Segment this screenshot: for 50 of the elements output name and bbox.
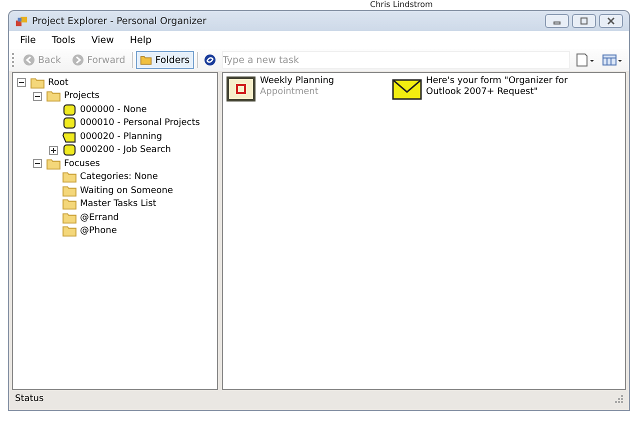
tree-item[interactable]: 000000 - None	[80, 104, 147, 115]
folder-icon	[140, 54, 152, 66]
minimize-button[interactable]	[545, 14, 569, 28]
tree-item[interactable]: Focuses	[64, 158, 100, 169]
tree-item[interactable]: 000010 - Personal Projects	[80, 118, 200, 128]
open-project-icon	[62, 130, 77, 143]
maximize-icon	[579, 17, 589, 25]
close-button[interactable]	[599, 14, 623, 28]
folder-icon	[62, 184, 77, 197]
folder-icon	[62, 198, 77, 210]
folder-icon	[62, 212, 77, 224]
folder-icon	[46, 158, 61, 170]
resize-grip-icon[interactable]	[615, 394, 623, 402]
folder-icon	[62, 225, 77, 238]
menu-item[interactable]: View	[91, 34, 114, 46]
expander-icon[interactable]	[17, 78, 26, 88]
project-icon	[62, 117, 77, 130]
expander-icon[interactable]	[33, 159, 42, 168]
tree-item[interactable]: 000200 - Job Search	[80, 145, 171, 156]
status-text: Status	[15, 394, 44, 404]
window-title: Project Explorer - Personal Organizer	[32, 16, 208, 26]
project-icon	[62, 144, 77, 156]
tree-item[interactable]: Waiting on Someone	[80, 186, 173, 196]
expander-icon[interactable]	[49, 146, 58, 155]
project-icon	[62, 104, 77, 116]
folder-icon	[46, 90, 61, 102]
maximize-button[interactable]	[572, 14, 596, 28]
close-icon	[606, 17, 616, 25]
tree-item[interactable]: Root	[48, 78, 68, 88]
expander-icon[interactable]	[33, 92, 42, 101]
tree-item[interactable]: @Errand	[80, 212, 119, 223]
tree-item[interactable]: Master Tasks List	[80, 199, 156, 210]
menu-item[interactable]: Tools	[52, 34, 76, 46]
item-type: Appointment	[260, 87, 320, 98]
tree-item[interactable]: Categories: None	[80, 172, 158, 182]
folder-icon	[30, 76, 45, 89]
background-text: Chris Lindstrom	[370, 0, 433, 9]
folder-icon	[62, 171, 77, 184]
tree-item[interactable]: 000020 - Planning	[80, 132, 162, 142]
new-task-field[interactable]: Type a new task	[222, 51, 570, 69]
tree-item[interactable]: @Phone	[80, 226, 117, 236]
tree-item[interactable]: Projects	[64, 91, 100, 102]
swirl-icon	[204, 54, 216, 66]
folders-button[interactable]: Folders	[136, 51, 194, 69]
menu-item[interactable]: Help	[130, 34, 152, 46]
menu-item[interactable]: File	[20, 34, 36, 46]
calendar-icon	[226, 76, 256, 102]
item-title[interactable]: Weekly Planning	[260, 76, 334, 87]
item-title[interactable]: Here's your form "Organizer for Outlook 2007+ Request"	[426, 76, 586, 98]
app-icon	[15, 14, 28, 28]
